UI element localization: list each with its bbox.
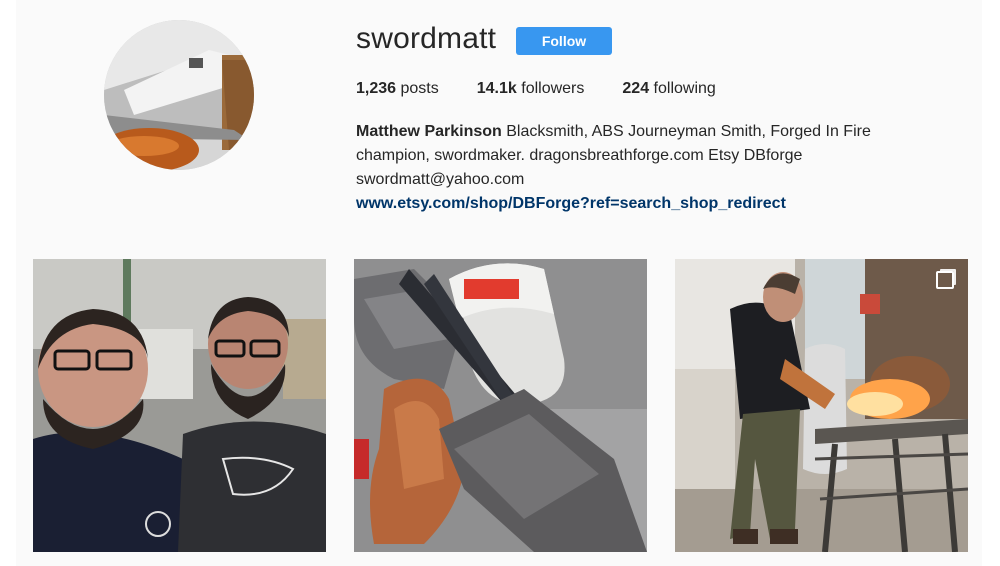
following-stat[interactable]: 224 following bbox=[622, 80, 715, 98]
posts-stat: 1,236 posts bbox=[356, 80, 439, 98]
follow-button[interactable]: Follow bbox=[516, 27, 612, 55]
avatar-photo-icon bbox=[104, 20, 254, 170]
followers-label: followers bbox=[521, 80, 585, 97]
bio-full-name: Matthew Parkinson bbox=[356, 123, 502, 140]
bio-text-1: Blacksmith, ABS Journeyman Smith, Forged… bbox=[501, 123, 871, 140]
bio-line-2: champion, swordmaker. dragonsbreathforge… bbox=[356, 147, 803, 164]
bio-email: swordmatt@yahoo.com bbox=[356, 171, 525, 188]
post-photo-forging-icon bbox=[675, 259, 968, 552]
profile-stats: 1,236 posts 14.1k followers 224 followin… bbox=[356, 80, 754, 98]
multiple-photos-icon bbox=[936, 271, 954, 289]
post-photo-anvil-glove-icon bbox=[354, 259, 647, 552]
bio-website-link[interactable]: www.etsy.com/shop/DBForge?ref=search_sho… bbox=[356, 192, 916, 216]
profile-bio: Matthew Parkinson Blacksmith, ABS Journe… bbox=[356, 120, 916, 216]
following-count: 224 bbox=[622, 80, 650, 97]
profile-page: swordmatt Follow 1,236 posts 14.1k follo… bbox=[16, 0, 982, 566]
followers-stat[interactable]: 14.1k followers bbox=[477, 80, 585, 98]
posts-label: posts bbox=[400, 80, 439, 97]
posts-count: 1,236 bbox=[356, 80, 397, 97]
post-thumbnail[interactable] bbox=[354, 259, 647, 552]
post-thumbnail[interactable] bbox=[675, 259, 968, 552]
post-thumbnail[interactable] bbox=[33, 259, 326, 552]
followers-count: 14.1k bbox=[476, 80, 517, 97]
post-photo-two-men-icon bbox=[33, 259, 326, 552]
profile-avatar[interactable] bbox=[104, 20, 254, 170]
profile-username: swordmatt bbox=[356, 22, 497, 55]
bio-line-1: Matthew Parkinson Blacksmith, ABS Journe… bbox=[356, 120, 916, 144]
following-label: following bbox=[653, 80, 716, 97]
